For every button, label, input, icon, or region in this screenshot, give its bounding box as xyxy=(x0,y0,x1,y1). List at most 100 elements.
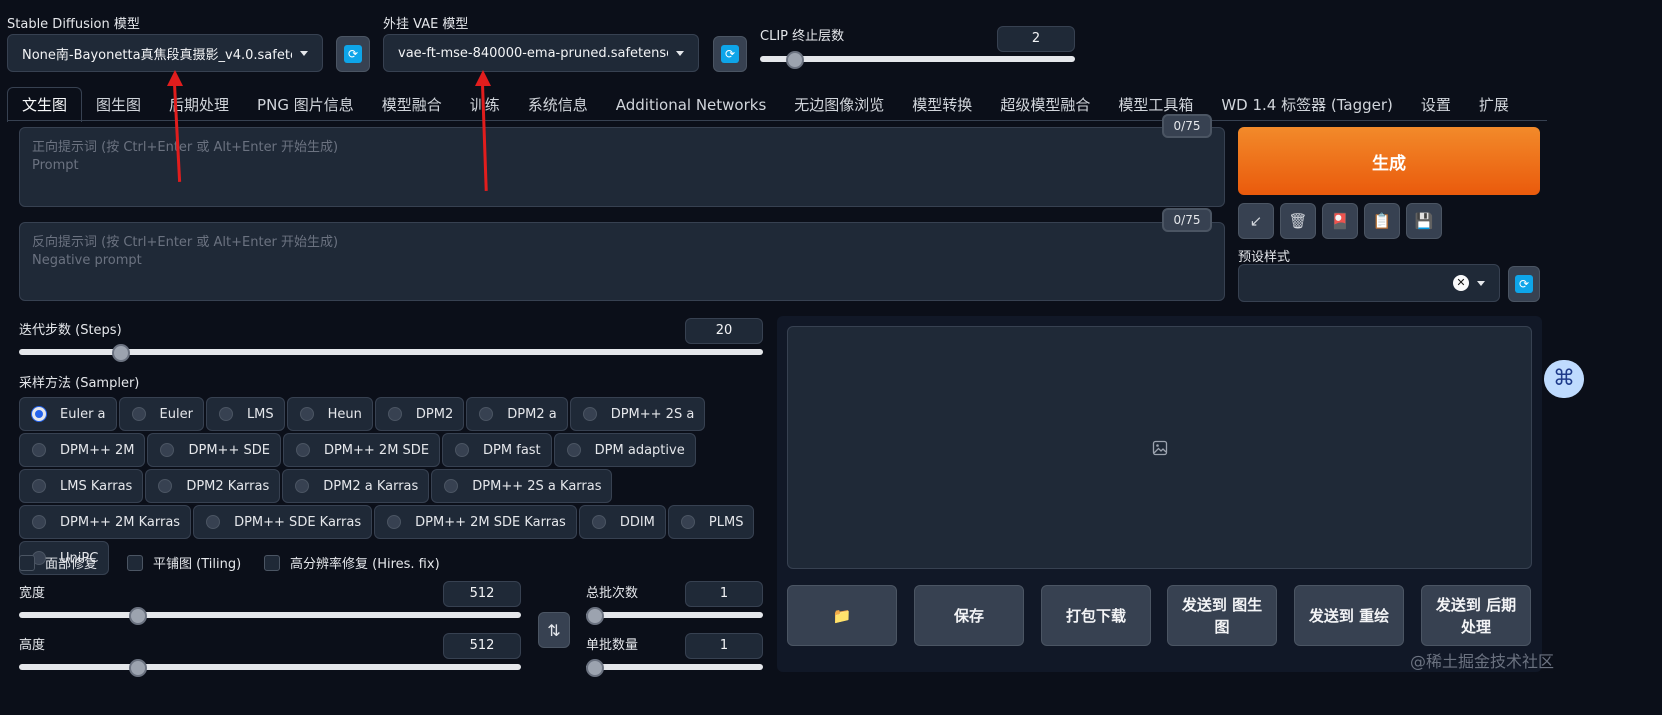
sampler-option[interactable]: DPM++ 2M xyxy=(19,433,146,467)
height-input[interactable]: 512 xyxy=(443,633,521,659)
slider-thumb[interactable] xyxy=(129,607,147,625)
slider-thumb[interactable] xyxy=(586,607,604,625)
sampler-option[interactable]: DPM2 xyxy=(374,397,465,431)
batch-size-slider[interactable] xyxy=(586,659,763,677)
sampler-option[interactable]: Euler a xyxy=(19,397,117,431)
sampler-option[interactable]: Heun xyxy=(286,397,373,431)
radio-dot[interactable] xyxy=(455,443,470,457)
slider-thumb[interactable] xyxy=(112,344,130,362)
radio-dot[interactable] xyxy=(32,407,46,421)
radio-dot[interactable] xyxy=(479,407,494,421)
tab-item[interactable]: 设置 xyxy=(1407,88,1465,122)
radio-dot[interactable] xyxy=(566,443,581,457)
width-input[interactable]: 512 xyxy=(443,581,521,607)
clip-skip-slider[interactable] xyxy=(760,51,1075,69)
sampler-option[interactable]: DPM adaptive xyxy=(553,433,696,467)
swap-dimensions-button[interactable]: ⇅ xyxy=(538,612,570,648)
zip-download-button[interactable]: 打包下载 xyxy=(1041,585,1151,646)
steps-input[interactable]: 20 xyxy=(685,318,763,344)
radio-dot[interactable] xyxy=(32,515,46,529)
save-style-button[interactable]: 💾 xyxy=(1406,203,1442,239)
refresh-styles-button[interactable]: ⟳ xyxy=(1508,266,1540,302)
clipboard-button[interactable]: 📋 xyxy=(1364,203,1400,239)
refresh-vae-button[interactable]: ⟳ xyxy=(713,36,747,72)
checkbox-box[interactable] xyxy=(127,554,143,571)
send-to-img2img-button[interactable]: 发送到 图生图 xyxy=(1167,585,1277,646)
clip-skip-input[interactable]: 2 xyxy=(997,26,1075,52)
sampler-option[interactable]: DPM++ SDE xyxy=(147,433,281,467)
hires-fix-checkbox[interactable]: 高分辨率修复 (Hires. fix) xyxy=(264,553,440,572)
send-to-inpaint-button[interactable]: 发送到 重绘 xyxy=(1294,585,1404,646)
sampler-option[interactable]: DPM2 a xyxy=(466,397,568,431)
paste-params-button[interactable]: ↙ xyxy=(1238,203,1274,239)
refresh-sd-model-button[interactable]: ⟳ xyxy=(336,36,370,72)
radio-dot[interactable] xyxy=(680,515,695,529)
sampler-option[interactable]: DPM2 Karras xyxy=(145,469,281,503)
sampler-option[interactable]: LMS Karras xyxy=(19,469,144,503)
tab-item[interactable]: 超级模型融合 xyxy=(986,88,1104,122)
radio-dot[interactable] xyxy=(295,479,310,493)
extra-networks-button[interactable]: 🎴 xyxy=(1322,203,1358,239)
generate-button[interactable]: 生成 xyxy=(1238,127,1540,195)
tab-item[interactable]: 文生图 xyxy=(7,87,83,122)
radio-dot[interactable] xyxy=(131,407,146,421)
sampler-option[interactable]: DPM++ 2M SDE xyxy=(282,433,441,467)
batch-size-input[interactable]: 1 xyxy=(685,633,763,659)
radio-dot[interactable] xyxy=(387,515,402,529)
negative-prompt-textarea[interactable]: 反向提示词 (按 Ctrl+Enter 或 Alt+Enter 开始生成) Ne… xyxy=(19,222,1225,301)
prompt-textarea[interactable]: 正向提示词 (按 Ctrl+Enter 或 Alt+Enter 开始生成) Pr… xyxy=(19,127,1225,207)
radio-dot[interactable] xyxy=(582,407,597,421)
tab-item[interactable]: 模型融合 xyxy=(368,88,456,122)
sd-model-dropdown[interactable]: None南-Bayonetta真焦段真摄影_v4.0.safetens xyxy=(7,34,323,72)
sampler-option[interactable]: PLMS xyxy=(667,505,755,539)
height-slider[interactable] xyxy=(19,659,521,677)
radio-dot[interactable] xyxy=(206,515,221,529)
sampler-option[interactable]: LMS xyxy=(205,397,285,431)
steps-slider[interactable] xyxy=(19,344,763,362)
sampler-option[interactable]: DPM++ 2M SDE Karras xyxy=(374,505,577,539)
clear-icon[interactable]: ✕ xyxy=(1453,275,1469,291)
radio-dot[interactable] xyxy=(387,407,402,421)
radio-dot[interactable] xyxy=(32,443,46,457)
radio-dot[interactable] xyxy=(160,443,175,457)
sampler-option[interactable]: DPM++ 2S a xyxy=(569,397,706,431)
tab-item[interactable]: 系统信息 xyxy=(514,88,602,122)
sampler-option[interactable]: DPM++ 2S a Karras xyxy=(431,469,613,503)
tab-item[interactable]: 无边图像浏览 xyxy=(780,88,898,122)
sampler-option[interactable]: DPM fast xyxy=(442,433,552,467)
radio-dot[interactable] xyxy=(218,407,233,421)
batch-count-slider[interactable] xyxy=(586,607,763,625)
preset-styles-dropdown[interactable]: ✕ xyxy=(1238,264,1500,302)
batch-count-input[interactable]: 1 xyxy=(685,581,763,607)
radio-dot[interactable] xyxy=(444,479,459,493)
width-slider[interactable] xyxy=(19,607,521,625)
trash-button[interactable]: 🗑 xyxy=(1280,203,1316,239)
send-to-extras-button[interactable]: 发送到 后期处理 xyxy=(1421,585,1531,646)
face-restore-checkbox[interactable]: 面部修复 xyxy=(19,553,97,572)
sampler-option[interactable]: DPM2 a Karras xyxy=(282,469,430,503)
open-folder-button[interactable]: 📁 xyxy=(787,585,897,646)
save-button[interactable]: 保存 xyxy=(914,585,1024,646)
sampler-option[interactable]: Euler xyxy=(118,397,204,431)
vae-model-dropdown[interactable]: vae-ft-mse-840000-ema-pruned.safetensors xyxy=(383,34,699,72)
sampler-option[interactable]: DPM++ 2M Karras xyxy=(19,505,192,539)
tab-item[interactable]: WD 1.4 标签器 (Tagger) xyxy=(1207,88,1407,122)
tab-item[interactable]: 后期处理 xyxy=(155,88,243,122)
radio-dot[interactable] xyxy=(32,479,46,493)
tab-item[interactable]: 扩展 xyxy=(1465,88,1523,122)
command-icon[interactable]: ⌘ xyxy=(1544,360,1584,398)
slider-thumb[interactable] xyxy=(586,659,604,677)
radio-dot[interactable] xyxy=(295,443,310,457)
tab-item[interactable]: Additional Networks xyxy=(602,88,781,122)
tab-item[interactable]: 模型转换 xyxy=(898,88,986,122)
slider-thumb[interactable] xyxy=(129,659,147,677)
checkbox-box[interactable] xyxy=(264,554,280,571)
sampler-option[interactable]: DDIM xyxy=(578,505,666,539)
sampler-option[interactable]: DPM++ SDE Karras xyxy=(193,505,373,539)
tiling-checkbox[interactable]: 平铺图 (Tiling) xyxy=(127,553,241,572)
radio-dot[interactable] xyxy=(299,407,314,421)
slider-thumb[interactable] xyxy=(786,51,804,69)
tab-item[interactable]: 图生图 xyxy=(82,88,155,122)
radio-dot[interactable] xyxy=(158,479,173,493)
radio-dot[interactable] xyxy=(591,515,606,529)
